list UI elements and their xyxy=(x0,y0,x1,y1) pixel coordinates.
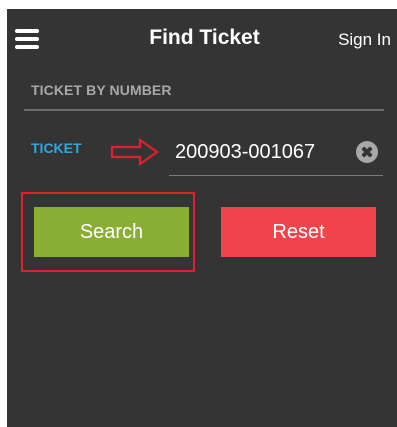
ticket-label: TICKET xyxy=(31,140,82,156)
section-heading: TICKET BY NUMBER xyxy=(31,82,172,98)
ticket-number-input[interactable] xyxy=(175,133,345,171)
app-header: Find Ticket Sign In xyxy=(7,9,397,69)
right-arrow-outline-icon xyxy=(110,138,159,166)
section-divider xyxy=(24,109,384,111)
clear-circle-x-icon[interactable] xyxy=(356,141,378,163)
ticket-number-field xyxy=(169,131,383,176)
find-ticket-screen: Find Ticket Sign In TICKET BY NUMBER TIC… xyxy=(7,9,397,427)
sign-in-link[interactable]: Sign In xyxy=(338,30,391,50)
reset-button[interactable]: Reset xyxy=(221,207,376,257)
search-button[interactable]: Search xyxy=(34,207,189,257)
